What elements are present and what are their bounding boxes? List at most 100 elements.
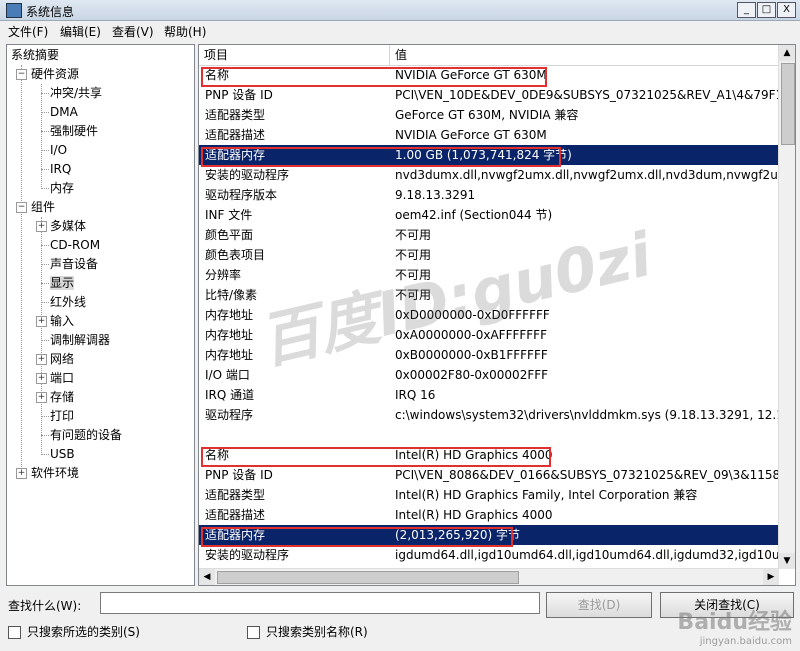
row-item-cell: 名称 <box>205 448 230 462</box>
tree-item-multimedia[interactable]: 多媒体 <box>50 217 86 236</box>
table-row[interactable]: I/O 端口 0x00002F80-0x00002FFF <box>199 365 779 385</box>
tree-item-memory[interactable]: 内存 <box>50 179 74 198</box>
table-row[interactable]: 内存地址 0xB0000000-0xB1FFFFFF <box>199 345 779 365</box>
expand-icon[interactable]: + <box>36 354 47 365</box>
tree-item-sound[interactable]: 声音设备 <box>50 255 98 274</box>
table-row[interactable]: IRQ 通道 IRQ 16 <box>199 385 779 405</box>
collapse-icon[interactable]: − <box>16 69 27 80</box>
table-row[interactable]: 名称 NVIDIA GeForce GT 630M <box>199 65 779 85</box>
row-item-cell: 比特/像素 <box>205 288 258 302</box>
table-row[interactable]: INF 文件 oem42.inf (Section044 节) <box>199 205 779 225</box>
scroll-right-icon[interactable]: ▶ <box>763 569 779 585</box>
scroll-up-icon[interactable]: ▲ <box>779 45 795 61</box>
tree-label: 有问题的设备 <box>50 428 123 442</box>
tree-label: 网络 <box>50 352 75 366</box>
expand-icon[interactable]: + <box>36 316 47 327</box>
tree-label: CD-ROM <box>50 238 101 252</box>
minimize-button[interactable]: _ <box>737 2 756 18</box>
table-row[interactable]: 适配器描述 Intel(R) HD Graphics 4000 <box>199 505 779 525</box>
column-header-value[interactable]: 值 <box>390 45 780 65</box>
expand-icon[interactable]: + <box>36 221 47 232</box>
table-row[interactable]: 适配器类型 GeForce GT 630M, NVIDIA 兼容 <box>199 105 779 125</box>
table-row[interactable]: 适配器内存 1.00 GB (1,073,741,824 字节) <box>199 145 779 165</box>
tree-label: 强制硬件 <box>50 124 99 138</box>
collapse-icon[interactable]: − <box>16 202 27 213</box>
row-value-cell: oem42.inf (Section044 节) <box>395 208 553 222</box>
menu-file[interactable]: 文件(F) <box>8 23 48 40</box>
table-row[interactable]: 名称 Intel(R) HD Graphics 4000 <box>199 445 779 465</box>
tree-item-problem-devices[interactable]: 有问题的设备 <box>50 426 122 445</box>
scroll-left-icon[interactable]: ◀ <box>199 569 215 585</box>
maximize-button[interactable]: □ <box>757 2 776 18</box>
tree-item-components[interactable]: 组件 <box>31 198 55 217</box>
table-row[interactable]: 内存地址 0xA0000000-0xAFFFFFFF <box>199 325 779 345</box>
horizontal-scrollbar[interactable]: ◀ ▶ <box>199 568 779 585</box>
table-row[interactable]: 适配器描述 NVIDIA GeForce GT 630M <box>199 125 779 145</box>
tree-item-conflicts[interactable]: 冲突/共享 <box>50 84 102 103</box>
tree-item-irq[interactable]: IRQ <box>50 160 71 179</box>
scroll-down-icon[interactable]: ▼ <box>779 553 795 569</box>
checkbox-label: 只搜索所选的类别(S) <box>27 625 140 639</box>
find-button[interactable]: 查找(D) <box>546 592 652 618</box>
tree-item-infrared[interactable]: 红外线 <box>50 293 86 312</box>
tree-item-usb[interactable]: USB <box>50 445 75 464</box>
table-row[interactable]: 安装的驱动程序 igdumd64.dll,igd10umd64.dll,igd10… <box>199 545 779 565</box>
scroll-thumb[interactable] <box>217 571 519 584</box>
vertical-scrollbar[interactable]: ▲ ▼ <box>778 45 795 569</box>
menu-edit[interactable]: 编辑(E) <box>60 23 101 40</box>
tree-item-modem[interactable]: 调制解调器 <box>50 331 110 350</box>
table-row[interactable] <box>199 425 779 445</box>
table-row[interactable]: 比特/像素 不可用 <box>199 285 779 305</box>
tree-item-network[interactable]: 网络 <box>50 350 74 369</box>
tree-item-io[interactable]: I/O <box>50 141 67 160</box>
tree-label: 多媒体 <box>50 219 87 233</box>
find-input[interactable] <box>100 592 540 614</box>
scroll-thumb[interactable] <box>781 63 795 145</box>
row-item-cell: 适配器内存 <box>205 528 266 542</box>
table-row[interactable]: 分辨率 不可用 <box>199 265 779 285</box>
category-tree[interactable]: 系统摘要 − 硬件资源 冲突/共享 DMA 强制硬件 I/O IRQ 内存 − … <box>6 44 195 586</box>
expand-icon[interactable]: + <box>16 468 27 479</box>
table-row[interactable]: 驱动程序版本 9.18.13.3291 <box>199 185 779 205</box>
table-row[interactable]: 内存地址 0xD0000000-0xD0FFFFFF <box>199 305 779 325</box>
table-row[interactable]: 适配器类型 Intel(R) HD Graphics Family, Intel … <box>199 485 779 505</box>
row-value-cell: igdumd64.dll,igd10umd64.dll,igd10umd64.d… <box>395 548 779 562</box>
row-value-cell: 不可用 <box>395 288 432 302</box>
search-selected-category-checkbox[interactable]: 只搜索所选的类别(S) <box>8 625 140 641</box>
table-row[interactable]: 颜色表项目 不可用 <box>199 245 779 265</box>
expand-icon[interactable]: + <box>36 373 47 384</box>
tree-item-summary[interactable]: 系统摘要 <box>11 46 59 65</box>
menu-help[interactable]: 帮助(H) <box>164 23 206 40</box>
table-row[interactable]: 适配器内存 (2,013,265,920) 字节 <box>199 525 779 545</box>
row-item-cell: 适配器描述 <box>205 508 266 522</box>
expand-icon[interactable]: + <box>36 392 47 403</box>
tree-item-software[interactable]: 软件环境 <box>31 464 79 483</box>
tree-item-forced-hardware[interactable]: 强制硬件 <box>50 122 98 141</box>
row-value-cell: (2,013,265,920) 字节 <box>395 528 520 542</box>
row-item-cell: 适配器类型 <box>205 488 266 502</box>
row-value-cell: NVIDIA GeForce GT 630M <box>395 128 547 142</box>
tree-item-display[interactable]: 显示 <box>50 274 75 293</box>
table-row[interactable]: PNP 设备 ID PCI\VEN_10DE&DEV_0DE9&SUBSYS_07… <box>199 85 779 105</box>
table-row[interactable]: 驱动程序 c:\windows\system32\drivers\nvlddmkm… <box>199 405 779 425</box>
tree-item-cdrom[interactable]: CD-ROM <box>50 236 100 255</box>
tree-item-input[interactable]: 输入 <box>50 312 74 331</box>
tree-item-printing[interactable]: 打印 <box>50 407 74 426</box>
tree-item-hardware[interactable]: 硬件资源 <box>31 65 79 84</box>
menu-view[interactable]: 查看(V) <box>112 23 154 40</box>
column-header-item[interactable]: 项目 <box>199 45 390 65</box>
row-value-cell: IRQ 16 <box>395 388 436 402</box>
row-item-cell: 分辨率 <box>205 268 242 282</box>
details-table[interactable]: 项目 值 名称 NVIDIA GeForce GT 630M PNP 设备 ID PC… <box>198 44 796 586</box>
tree-label: 组件 <box>31 200 56 214</box>
table-row[interactable]: 安装的驱动程序 nvd3dumx.dll,nvwgf2umx.dll,nvwgf2… <box>199 165 779 185</box>
search-category-names-checkbox[interactable]: 只搜索类别名称(R) <box>247 625 368 641</box>
close-find-button[interactable]: 关闭查找(C) <box>660 592 794 618</box>
table-row[interactable]: 颜色平面 不可用 <box>199 225 779 245</box>
row-value-cell: GeForce GT 630M, NVIDIA 兼容 <box>395 108 579 122</box>
table-row[interactable]: PNP 设备 ID PCI\VEN_8086&DEV_0166&SUBSYS_07… <box>199 465 779 485</box>
tree-item-storage[interactable]: 存储 <box>50 388 74 407</box>
tree-item-dma[interactable]: DMA <box>50 103 78 122</box>
tree-item-ports[interactable]: 端口 <box>50 369 74 388</box>
close-button[interactable]: X <box>777 2 796 18</box>
